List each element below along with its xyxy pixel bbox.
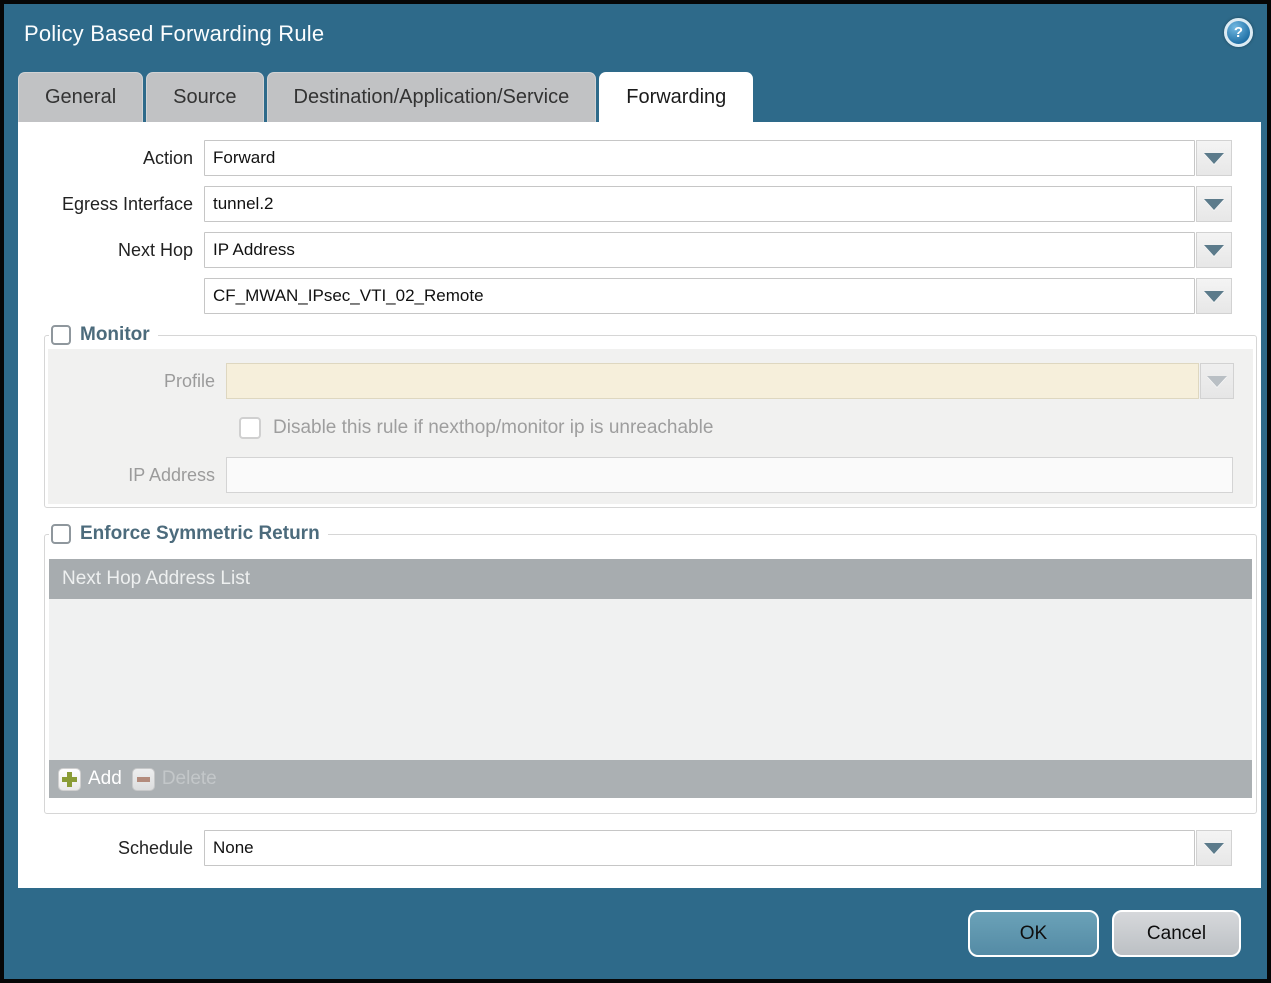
action-input[interactable] <box>204 140 1195 176</box>
plus-icon <box>58 768 81 791</box>
cancel-button[interactable]: Cancel <box>1112 910 1241 957</box>
action-combo <box>204 140 1232 176</box>
chevron-down-icon <box>1204 199 1224 210</box>
profile-label: Profile <box>48 371 226 392</box>
egress-interface-combo <box>204 186 1232 222</box>
action-label: Action <box>18 148 204 169</box>
next-hop-address-list-toolbar: Add Delete <box>49 760 1252 798</box>
disable-rule-checkbox <box>239 417 261 439</box>
next-hop-dropdown-button[interactable] <box>1196 232 1232 268</box>
profile-row: Profile <box>48 363 1253 399</box>
profile-dropdown-button <box>1200 363 1234 399</box>
next-hop-label: Next Hop <box>18 240 204 261</box>
enforce-legend: Enforce Symmetric Return <box>49 523 328 545</box>
schedule-combo <box>204 830 1232 866</box>
delete-button-label: Delete <box>162 768 217 790</box>
next-hop-type-input[interactable] <box>204 232 1195 268</box>
next-hop-address-row <box>18 278 1261 314</box>
egress-interface-row: Egress Interface <box>18 186 1261 222</box>
chevron-down-icon <box>1207 376 1227 387</box>
monitor-group: Monitor Profile Disable this rule if nex… <box>44 324 1257 508</box>
chevron-down-icon <box>1204 291 1224 302</box>
next-hop-address-list-header: Next Hop Address List <box>49 559 1252 599</box>
profile-combo <box>226 363 1234 399</box>
next-hop-address-list-body[interactable] <box>49 599 1252 760</box>
schedule-label: Schedule <box>18 838 204 859</box>
dialog-title: Policy Based Forwarding Rule <box>24 21 324 47</box>
profile-input <box>226 363 1199 399</box>
chevron-down-icon <box>1204 843 1224 854</box>
monitor-legend-label: Monitor <box>80 324 150 346</box>
minus-icon <box>132 768 155 791</box>
monitor-legend: Monitor <box>49 324 158 346</box>
next-hop-row: Next Hop <box>18 232 1261 268</box>
schedule-dropdown-button[interactable] <box>1196 830 1232 866</box>
egress-interface-dropdown-button[interactable] <box>1196 186 1232 222</box>
forwarding-tab-panel: Action Egress Interface Next Hop <box>18 122 1261 888</box>
dialog-footer: OK Cancel <box>4 884 1267 979</box>
monitor-ip-row: IP Address <box>48 457 1253 493</box>
dialog-titlebar: Policy Based Forwarding Rule ? <box>4 4 1267 68</box>
chevron-down-icon <box>1204 245 1224 256</box>
action-dropdown-button[interactable] <box>1196 140 1232 176</box>
monitor-checkbox[interactable] <box>51 325 71 345</box>
egress-interface-input[interactable] <box>204 186 1195 222</box>
tab-source[interactable]: Source <box>146 72 263 122</box>
add-button[interactable]: Add <box>58 768 122 791</box>
monitor-ip-input <box>226 457 1233 493</box>
delete-button: Delete <box>132 768 217 791</box>
tab-general[interactable]: General <box>18 72 143 122</box>
tab-destination-application-service[interactable]: Destination/Application/Service <box>267 72 597 122</box>
help-glyph: ? <box>1234 24 1243 41</box>
enforce-symmetric-return-checkbox[interactable] <box>51 524 71 544</box>
schedule-input[interactable] <box>204 830 1195 866</box>
ok-button[interactable]: OK <box>968 910 1099 957</box>
disable-rule-row: Disable this rule if nexthop/monitor ip … <box>239 417 1253 439</box>
pbf-rule-dialog: Policy Based Forwarding Rule ? General S… <box>0 0 1271 983</box>
next-hop-address-input[interactable] <box>204 278 1195 314</box>
chevron-down-icon <box>1204 153 1224 164</box>
help-icon[interactable]: ? <box>1224 18 1253 47</box>
next-hop-address-table: Next Hop Address List Add Delete <box>49 559 1252 798</box>
next-hop-address-dropdown-button[interactable] <box>1196 278 1232 314</box>
disable-rule-label: Disable this rule if nexthop/monitor ip … <box>273 417 713 439</box>
tab-forwarding[interactable]: Forwarding <box>599 72 753 122</box>
monitor-panel: Profile Disable this rule if nexthop/mon… <box>48 349 1253 504</box>
add-button-label: Add <box>88 768 122 790</box>
enforce-legend-label: Enforce Symmetric Return <box>80 523 320 545</box>
next-hop-address-combo <box>204 278 1232 314</box>
action-row: Action <box>18 140 1261 176</box>
monitor-ip-label: IP Address <box>48 465 226 486</box>
egress-interface-label: Egress Interface <box>18 194 204 215</box>
enforce-symmetric-return-group: Enforce Symmetric Return Next Hop Addres… <box>44 523 1257 814</box>
schedule-row: Schedule <box>18 830 1261 866</box>
tab-bar: General Source Destination/Application/S… <box>18 72 753 122</box>
next-hop-combo <box>204 232 1232 268</box>
